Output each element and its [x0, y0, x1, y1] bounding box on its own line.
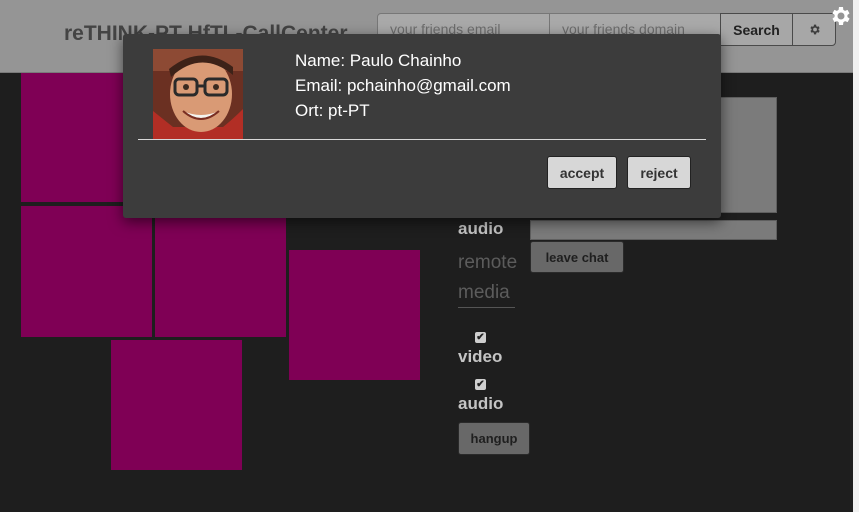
incoming-call-dialog: Name: Paulo Chainho Email: pchainho@gmai… — [123, 34, 721, 218]
video-tile — [289, 250, 420, 380]
search-button[interactable]: Search — [720, 13, 793, 46]
remote-audio-label: audio — [458, 394, 504, 413]
reject-button[interactable]: reject — [627, 156, 691, 189]
gear-icon[interactable] — [828, 4, 852, 28]
caller-email: Email: pchainho@gmail.com — [295, 76, 511, 95]
remote-media-heading-line2: media — [458, 282, 510, 303]
remote-media-heading-line1: remote — [458, 252, 518, 273]
local-audio-label: audio — [458, 219, 504, 238]
video-checkbox[interactable]: ✔ — [475, 332, 486, 343]
remote-video-label: video — [458, 347, 503, 366]
caller-ort: Ort: pt-PT — [295, 101, 370, 120]
scrollbar[interactable] — [853, 0, 859, 512]
audio-checkbox[interactable]: ✔ — [475, 379, 486, 390]
video-tile — [21, 206, 152, 337]
video-tile — [155, 206, 286, 337]
divider — [138, 139, 706, 140]
accept-button[interactable]: accept — [547, 156, 617, 189]
caller-name: Name: Paulo Chainho — [295, 51, 462, 70]
hangup-button[interactable]: hangup — [458, 422, 530, 455]
leave-chat-button[interactable]: leave chat — [530, 241, 624, 273]
divider — [458, 307, 515, 308]
video-tile — [111, 340, 242, 470]
settings-gear-icon — [809, 24, 820, 35]
avatar — [153, 49, 243, 139]
chat-input[interactable] — [530, 220, 777, 240]
